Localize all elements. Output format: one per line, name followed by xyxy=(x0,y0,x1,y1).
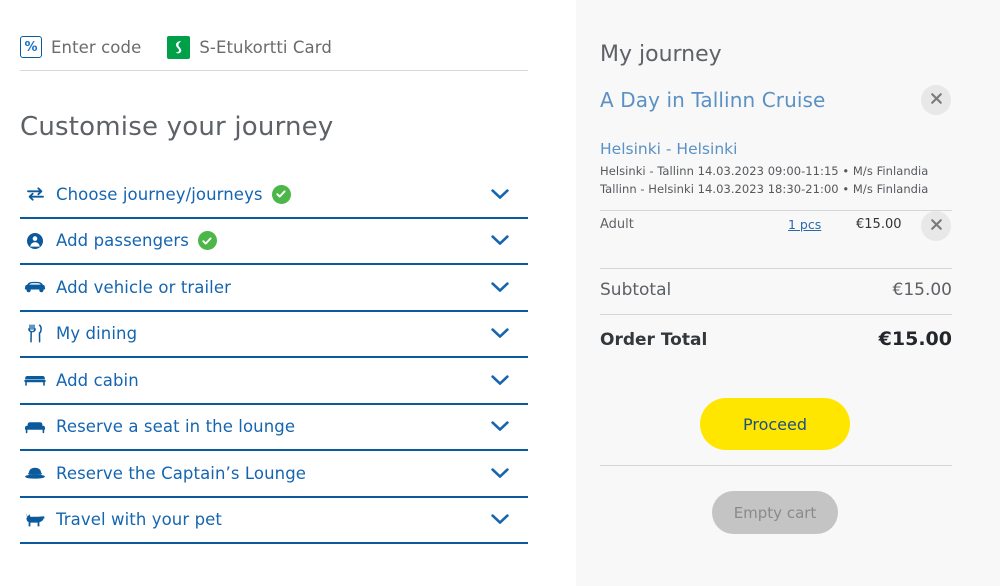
cart-product-title: A Day in Tallinn Cruise xyxy=(600,88,826,112)
divider xyxy=(600,465,952,466)
trip-route: Helsinki - Helsinki xyxy=(600,140,738,158)
accordion-row-my-dining[interactable]: My dining xyxy=(20,312,528,358)
accordion-label: Add cabin xyxy=(56,370,139,390)
dog-icon xyxy=(22,512,48,528)
order-total-label: Order Total xyxy=(600,330,708,350)
enter-code-button[interactable]: % Enter code xyxy=(20,36,141,58)
chevron-down-icon[interactable] xyxy=(489,230,511,252)
close-icon xyxy=(929,217,944,236)
s-etukortti-icon xyxy=(167,35,191,59)
accordion-row-add-passengers[interactable]: Add passengers xyxy=(20,219,528,265)
accordion-label: Reserve a seat in the lounge xyxy=(56,417,296,437)
chevron-down-icon[interactable] xyxy=(489,416,511,438)
accordion-row-add-cabin[interactable]: Add cabin xyxy=(20,358,528,405)
divider xyxy=(600,268,952,269)
passenger-price: €15.00 xyxy=(856,217,902,232)
trip-leg-outbound: Helsinki - Tallinn 14.03.2023 09:00-11:1… xyxy=(600,164,929,178)
accordion-label: Choose journey/journeys xyxy=(56,184,263,204)
promo-bar: % Enter code S-Etukortti Card xyxy=(20,28,528,66)
close-icon xyxy=(929,91,944,110)
chevron-down-icon[interactable] xyxy=(489,462,511,484)
bed-icon xyxy=(22,374,48,387)
accordion-row-captains-lounge[interactable]: Reserve the Captain’s Lounge xyxy=(20,451,528,498)
passenger-icon xyxy=(22,232,48,250)
chevron-down-icon[interactable] xyxy=(489,509,511,531)
cutlery-icon xyxy=(22,324,48,343)
trip-leg-return: Tallinn - Helsinki 14.03.2023 18:30-21:0… xyxy=(600,182,929,196)
chevron-down-icon[interactable] xyxy=(489,369,511,391)
customise-accordion: Choose journey/journeys Add passengers A… xyxy=(20,172,528,544)
accordion-row-add-vehicle[interactable]: Add vehicle or trailer xyxy=(20,265,528,312)
cart-title: My journey xyxy=(600,42,722,67)
chevron-down-icon[interactable] xyxy=(489,323,511,345)
accordion-label: Reserve the Captain’s Lounge xyxy=(56,463,307,483)
subtotal-row: Subtotal €15.00 xyxy=(600,280,952,300)
enter-code-label: Enter code xyxy=(51,37,142,57)
passenger-quantity-link[interactable]: 1 pcs xyxy=(788,217,821,232)
subtotal-label: Subtotal xyxy=(600,280,672,300)
sofa-icon xyxy=(22,420,48,434)
page-root: % Enter code S-Etukortti Card Customise … xyxy=(0,0,1000,586)
cart-line-item-adult: Adult 1 pcs €15.00 xyxy=(600,217,952,237)
s-etukortti-label: S-Etukortti Card xyxy=(199,37,332,57)
remove-journey-button[interactable] xyxy=(921,85,951,115)
order-total-row: Order Total €15.00 xyxy=(600,328,952,350)
passenger-type-label: Adult xyxy=(600,217,634,232)
customise-journey-panel: % Enter code S-Etukortti Card Customise … xyxy=(0,0,576,586)
percent-icon: % xyxy=(20,36,42,58)
accordion-label: Add vehicle or trailer xyxy=(56,277,231,297)
car-icon xyxy=(22,280,48,294)
promo-divider xyxy=(20,70,528,71)
divider xyxy=(600,314,952,315)
proceed-button[interactable]: Proceed xyxy=(700,398,850,450)
captains-hat-icon xyxy=(22,466,48,480)
remove-passenger-button[interactable] xyxy=(921,211,951,241)
subtotal-value: €15.00 xyxy=(892,280,952,300)
accordion-row-lounge-seat[interactable]: Reserve a seat in the lounge xyxy=(20,405,528,451)
completed-check-icon xyxy=(271,184,291,204)
accordion-row-travel-with-pet[interactable]: Travel with your pet xyxy=(20,498,528,544)
accordion-label: My dining xyxy=(56,324,138,344)
my-journey-cart-panel: My journey A Day in Tallinn Cruise Helsi… xyxy=(576,0,1000,586)
page-title: Customise your journey xyxy=(20,112,334,142)
divider xyxy=(600,210,952,211)
s-etukortti-card-button[interactable]: S-Etukortti Card xyxy=(167,35,332,59)
completed-check-icon xyxy=(197,231,217,251)
swap-arrows-icon xyxy=(22,186,48,202)
accordion-row-choose-journey[interactable]: Choose journey/journeys xyxy=(20,172,528,219)
empty-cart-button[interactable]: Empty cart xyxy=(712,491,838,534)
accordion-label: Travel with your pet xyxy=(56,510,222,530)
chevron-down-icon[interactable] xyxy=(489,276,511,298)
chevron-down-icon[interactable] xyxy=(489,183,511,205)
accordion-label: Add passengers xyxy=(56,231,189,251)
order-total-value: €15.00 xyxy=(878,328,952,350)
